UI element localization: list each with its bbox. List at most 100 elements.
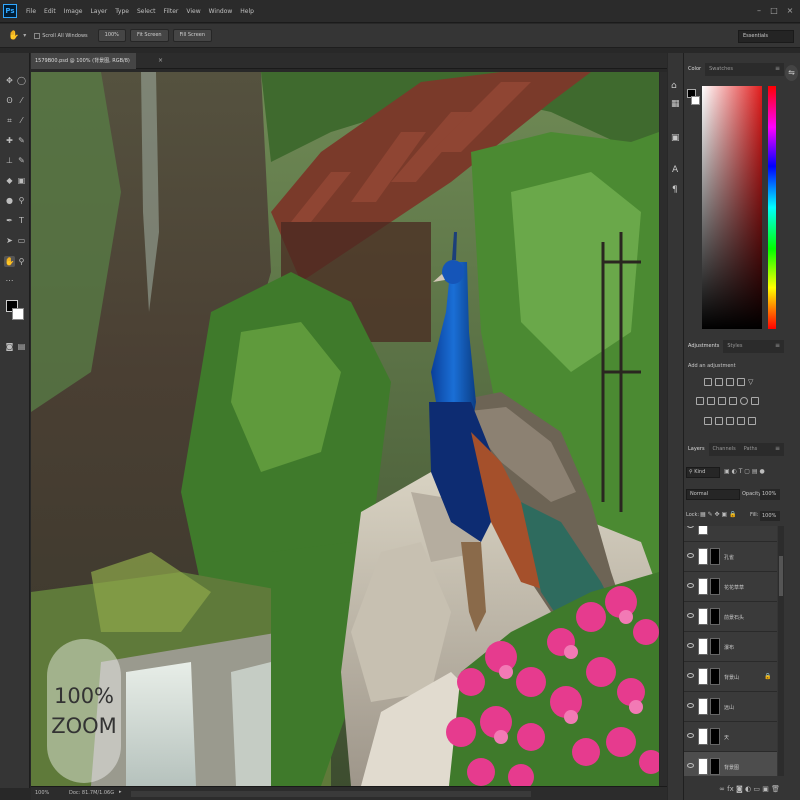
fit-screen-button[interactable]: Fit Screen [129,29,169,42]
dodge-tool-icon[interactable]: ⚲ [16,195,27,206]
history-panel-icon[interactable]: ⌂ [671,81,677,91]
screen-mode-icon[interactable]: ▤ [16,341,27,352]
panel-expand-icon[interactable]: ⇋ [785,65,798,81]
tab-styles[interactable]: Styles [723,340,746,353]
fill-screen-button[interactable]: Fill Screen [172,29,213,42]
menu-filter[interactable]: Filter [160,8,183,15]
layers-scroll-thumb[interactable] [779,556,783,596]
clone-stamp-tool-icon[interactable]: ⊥ [4,155,15,166]
move-tool-icon[interactable]: ✥ [4,75,15,86]
menu-edit[interactable]: Edit [40,8,60,15]
eye-icon[interactable] [687,553,694,558]
status-arrow-icon[interactable]: ▸ [119,789,122,795]
exposure-icon[interactable] [737,378,745,386]
status-doc-info[interactable]: Doc: 81.7M/1.06G [69,790,114,796]
hand-tool-icon[interactable]: ✋ [4,256,15,267]
eye-icon[interactable] [687,733,694,738]
menu-select[interactable]: Select [133,8,160,15]
channel-mixer-icon[interactable] [740,397,748,405]
preset-chevron-down-icon[interactable]: ▾ [23,32,26,39]
eye-icon[interactable] [687,763,694,768]
threshold-icon[interactable] [726,417,734,425]
color-lookup-icon[interactable] [751,397,759,405]
quick-select-tool-icon[interactable]: ⁄ [16,95,27,106]
menu-image[interactable]: Image [60,8,87,15]
link-layers-icon[interactable]: ∞ [719,785,725,793]
bg-color-chip[interactable] [691,96,700,105]
hand-tool-preset-icon[interactable]: ✋ [8,31,19,41]
hue-saturation-icon[interactable] [696,397,704,405]
eye-icon[interactable] [687,526,694,528]
properties-panel-icon[interactable]: ▦ [671,99,680,109]
layer-row[interactable]: 背景图 [684,751,777,776]
vibrance-icon[interactable]: ▽ [748,378,756,386]
layer-row[interactable]: 远山 [684,691,777,721]
eye-icon[interactable] [687,583,694,588]
minimize-button[interactable]: – [754,6,764,15]
brightness-contrast-icon[interactable] [704,378,712,386]
character-panel-icon[interactable]: A [672,165,678,175]
new-layer-icon[interactable]: ▣ [762,785,769,793]
layer-filter-kind[interactable]: ⚲ Kind [686,467,720,478]
layer-row[interactable]: 背景山 🔒 [684,661,777,691]
gradient-map-icon[interactable] [748,417,756,425]
photo-filter-icon[interactable] [729,397,737,405]
eraser-tool-icon[interactable]: ◆ [4,175,15,186]
scroll-all-windows-checkbox[interactable] [34,32,41,39]
layer-style-icon[interactable]: fx [727,785,734,793]
tab-swatches[interactable]: Swatches [705,63,737,76]
quick-mask-icon[interactable]: ◙ [4,341,15,352]
more-tools-icon[interactable]: ⋯ [4,275,15,286]
tab-color[interactable]: Color [684,63,706,76]
healing-brush-tool-icon[interactable]: ✚ [4,135,15,146]
menu-layer[interactable]: Layer [86,8,111,15]
zoom-tool-icon[interactable]: ⚲ [16,256,27,267]
layer-filter-icons[interactable]: ▣ ◐ T ▢ ▤ ● [724,468,765,475]
crop-tool-icon[interactable]: ⌗ [4,115,15,126]
gradient-tool-icon[interactable]: ▣ [16,175,27,186]
menu-view[interactable]: View [182,8,204,15]
layers-panel-menu-icon[interactable]: ≡ [775,445,780,452]
menu-type[interactable]: Type [111,8,133,15]
menu-file[interactable]: File [22,8,40,15]
tab-paths[interactable]: Paths [740,443,762,456]
status-zoom[interactable]: 100% [35,790,49,796]
tab-adjustments[interactable]: Adjustments [684,340,724,353]
invert-icon[interactable] [704,417,712,425]
layers-scrollbar[interactable] [778,526,784,776]
color-panel-menu-icon[interactable]: ≡ [775,65,780,72]
document-canvas[interactable]: 100% ZOOM [31,72,659,786]
delete-layer-icon[interactable]: 🗑 [771,785,780,793]
layer-row[interactable]: 前景石头 [684,601,777,631]
layer-row[interactable]: 孔雀 [684,541,777,571]
eye-icon[interactable] [687,673,694,678]
blur-tool-icon[interactable]: ● [4,195,15,206]
eyedropper-tool-icon[interactable]: ⁄ [16,115,27,126]
close-document-icon[interactable]: × [158,57,163,64]
menu-help[interactable]: Help [236,8,258,15]
brush-tool-icon[interactable]: ✎ [16,135,27,146]
close-window-button[interactable]: × [785,6,795,15]
menu-window[interactable]: Window [205,8,237,15]
paragraph-panel-icon[interactable]: ¶ [672,185,678,195]
type-tool-icon[interactable]: T [16,215,27,226]
path-select-tool-icon[interactable]: ➤ [4,235,15,246]
posterize-icon[interactable] [715,417,723,425]
add-mask-icon[interactable]: ◙ [736,785,743,793]
tab-layers[interactable]: Layers [684,443,709,456]
zoom-100-button[interactable]: 100% [97,29,126,42]
photoshop-logo[interactable]: Ps [3,4,17,18]
canvas-vertical-scrollbar[interactable] [660,72,667,786]
lasso-tool-icon[interactable]: ʘ [4,95,15,106]
maximize-button[interactable]: □ [769,6,779,15]
tab-channels[interactable]: Channels [709,443,740,456]
levels-icon[interactable] [715,378,723,386]
fill-value[interactable]: 100% [760,511,780,521]
horizontal-scrollbar[interactable] [131,791,531,797]
background-color-swatch[interactable] [12,308,24,320]
blend-mode-select[interactable]: Normal [686,489,740,500]
rectangle-tool-icon[interactable]: ▭ [16,235,27,246]
hue-slider[interactable] [768,86,776,329]
new-adjustment-icon[interactable]: ◐ [745,785,751,793]
curves-icon[interactable] [726,378,734,386]
